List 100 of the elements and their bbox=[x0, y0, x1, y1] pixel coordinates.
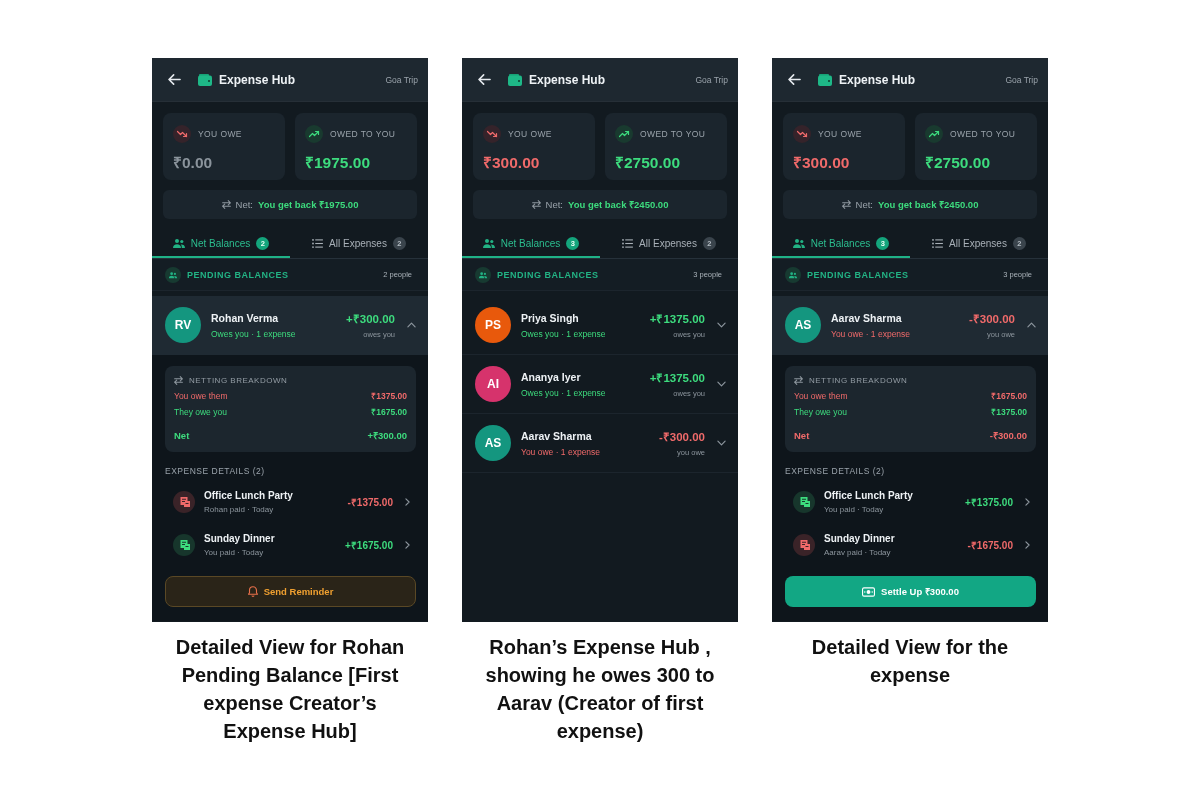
chevron-down-icon[interactable] bbox=[717, 322, 726, 328]
net-label: Net: bbox=[235, 199, 253, 210]
balance-amount: -₹300.00 bbox=[659, 430, 705, 444]
avatar: PS bbox=[475, 307, 511, 343]
balance-amount: -₹300.00 bbox=[969, 312, 1015, 326]
net-label: Net: bbox=[855, 199, 873, 210]
breakdown-label: You owe them bbox=[794, 390, 848, 401]
banknote-icon bbox=[862, 586, 876, 597]
summary-amount: ₹2750.00 bbox=[925, 153, 992, 173]
app-title: Expense Hub bbox=[219, 72, 296, 87]
breakdown-label: They owe you bbox=[174, 406, 227, 417]
back-button[interactable] bbox=[168, 74, 181, 85]
section-title: PENDING BALANCES bbox=[807, 269, 909, 280]
chevron-down-icon[interactable] bbox=[717, 440, 726, 446]
users-icon bbox=[785, 266, 801, 283]
swap-arrows-icon bbox=[841, 200, 851, 209]
expense-row[interactable]: Office Lunch Party You paid · Today +₹1375.00 bbox=[785, 480, 1036, 523]
swap-arrows-icon bbox=[794, 376, 803, 385]
chevron-up-icon[interactable] bbox=[407, 322, 416, 328]
expense-amount: +₹1675.00 bbox=[345, 538, 393, 552]
summary-label: OWED TO YOU bbox=[330, 129, 396, 139]
trip-name: Goa Trip bbox=[1005, 74, 1038, 85]
breakdown-label: They owe you bbox=[794, 406, 847, 417]
breakdown-amount: ₹1375.00 bbox=[371, 390, 407, 401]
net-amount: -₹300.00 bbox=[989, 429, 1027, 442]
net-label: Net: bbox=[545, 199, 563, 210]
person-name: Priya Singh bbox=[521, 311, 580, 324]
expense-amount: +₹1375.00 bbox=[965, 495, 1013, 509]
expense-meta: Rohan paid · Today bbox=[204, 504, 275, 514]
balance-status: Owes you · 1 expense bbox=[521, 328, 607, 339]
trend-down-icon bbox=[483, 125, 501, 143]
person-name: Aarav Sharma bbox=[831, 311, 903, 324]
net-value: You get back ₹1975.00 bbox=[258, 198, 359, 211]
net-amount: +₹300.00 bbox=[367, 429, 407, 442]
expense-row[interactable]: Sunday Dinner Aarav paid · Today -₹1675.00 bbox=[785, 523, 1036, 566]
summary-label: OWED TO YOU bbox=[640, 129, 706, 139]
breakdown-amount: ₹1375.00 bbox=[991, 406, 1027, 417]
swap-arrows-icon bbox=[174, 376, 183, 385]
expense-title: Sunday Dinner bbox=[204, 532, 276, 544]
trend-down-icon bbox=[793, 125, 811, 143]
expense-meta: Aarav paid · Today bbox=[824, 547, 892, 557]
back-arrow-icon bbox=[478, 74, 491, 85]
expense-row[interactable]: Office Lunch Party Rohan paid · Today -₹1375.00 bbox=[165, 480, 416, 523]
app-title: Expense Hub bbox=[839, 72, 916, 87]
section-title: PENDING BALANCES bbox=[187, 269, 289, 280]
chevron-right-icon bbox=[1025, 497, 1030, 506]
trend-up-icon bbox=[925, 125, 943, 143]
net-label: Net bbox=[794, 430, 810, 441]
wallet-icon bbox=[198, 73, 212, 86]
summary-amount: ₹0.00 bbox=[173, 153, 214, 173]
expense-amount: -₹1375.00 bbox=[347, 495, 393, 509]
person-name: Rohan Verma bbox=[211, 311, 280, 324]
users-icon bbox=[172, 238, 185, 248]
breakdown-title: NETTING BREAKDOWN bbox=[809, 376, 908, 385]
expense-meta: You paid · Today bbox=[824, 504, 885, 514]
expense-title: Office Lunch Party bbox=[204, 489, 294, 501]
back-button[interactable] bbox=[478, 74, 491, 85]
net-value: You get back ₹2450.00 bbox=[878, 198, 979, 211]
summary-amount: ₹1975.00 bbox=[305, 153, 372, 173]
summary-label: YOU OWE bbox=[508, 129, 552, 139]
trip-name: Goa Trip bbox=[695, 74, 728, 85]
summary-amount: ₹300.00 bbox=[483, 153, 541, 173]
breakdown-label: You owe them bbox=[174, 390, 228, 401]
expense-details-heading: EXPENSE DETAILS (2) bbox=[165, 466, 266, 476]
expense-title: Sunday Dinner bbox=[824, 532, 896, 544]
caption: Detailed View for the expense bbox=[810, 635, 1010, 688]
balance-amount: +₹300.00 bbox=[346, 312, 395, 326]
person-name: Aarav Sharma bbox=[521, 429, 593, 442]
expense-amount: -₹1675.00 bbox=[967, 538, 1013, 552]
balance-status: You owe · 1 expense bbox=[521, 446, 602, 457]
list-icon bbox=[932, 238, 944, 248]
expense-title: Office Lunch Party bbox=[824, 489, 914, 501]
trend-up-icon bbox=[615, 125, 633, 143]
expense-row[interactable]: Sunday Dinner You paid · Today +₹1675.00 bbox=[165, 523, 416, 566]
avatar: AI bbox=[475, 366, 511, 402]
list-icon bbox=[312, 238, 324, 248]
users-icon bbox=[482, 238, 495, 248]
summary-amount: ₹300.00 bbox=[793, 153, 851, 173]
avatar: AS bbox=[785, 307, 821, 343]
summary-label: YOU OWE bbox=[818, 129, 862, 139]
users-icon bbox=[792, 238, 805, 248]
expense-details-heading: EXPENSE DETAILS (2) bbox=[785, 466, 886, 476]
chevron-down-icon[interactable] bbox=[717, 381, 726, 387]
balance-status: You owe · 1 expense bbox=[831, 328, 912, 339]
back-arrow-icon bbox=[168, 74, 181, 85]
chevron-up-icon[interactable] bbox=[1027, 322, 1036, 328]
avatar: AS bbox=[475, 425, 511, 461]
send-reminder-button[interactable]: Send Reminder bbox=[165, 576, 416, 607]
summary-label: YOU OWE bbox=[198, 129, 242, 139]
balance-status: Owes you · 1 expense bbox=[521, 387, 607, 398]
back-arrow-icon bbox=[788, 74, 801, 85]
section-title: PENDING BALANCES bbox=[497, 269, 599, 280]
avatar: RV bbox=[165, 307, 201, 343]
app-title: Expense Hub bbox=[529, 72, 606, 87]
balance-amount: +₹1375.00 bbox=[649, 371, 705, 385]
chevron-right-icon bbox=[405, 497, 410, 506]
chevron-right-icon bbox=[1025, 540, 1030, 549]
back-button[interactable] bbox=[788, 74, 801, 85]
swap-arrows-icon bbox=[531, 200, 541, 209]
breakdown-title: NETTING BREAKDOWN bbox=[189, 376, 288, 385]
